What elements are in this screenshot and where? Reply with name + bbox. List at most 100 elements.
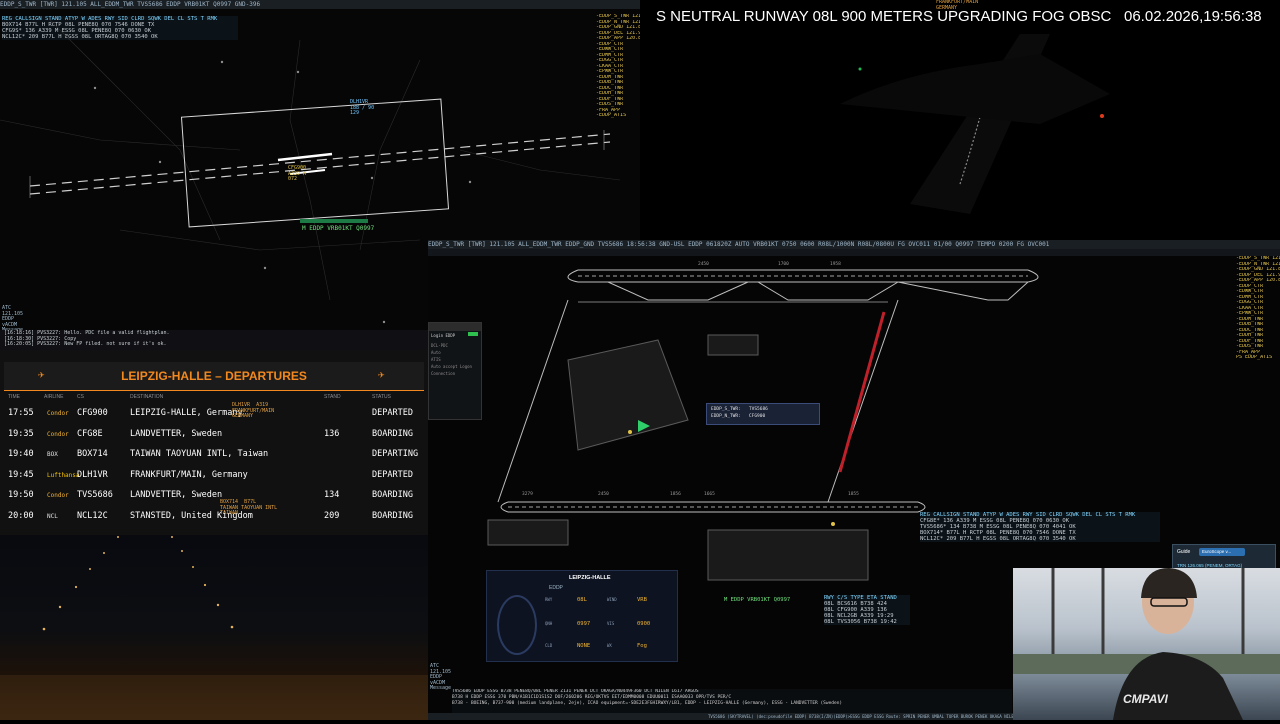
atis-title: LEIPZIG-HALLE: [569, 575, 611, 581]
row-status: BOARDING: [372, 490, 413, 501]
taxiway-label: 1665: [704, 492, 715, 497]
row-time: 19:40: [8, 449, 34, 460]
arrival-row[interactable]: 08L TVS3056 B738 19:42: [824, 619, 910, 625]
airline-logo: Condor: [47, 492, 69, 500]
taxiway-label: 1700: [778, 262, 789, 267]
departures-board: ✈ LEIPZIG-HALLE – DEPARTURES ✈ TIME AIRL…: [0, 350, 428, 535]
atis-label: RWY: [545, 597, 553, 602]
flightplan-lines: TVS5686 EDDP ESSG B738 PENE8Q/08L PENER …: [452, 689, 1012, 707]
row-callsign: TVS5686: [77, 490, 113, 501]
col-cs: CS: [77, 394, 84, 400]
airline-logo: NCL: [47, 513, 58, 520]
taxiway-label: 1958: [830, 262, 841, 267]
controller-list-ground[interactable]: -EDDP_S_TWR 121.105-EDDP_N_TWR 121.100-E…: [1236, 256, 1280, 361]
runway-camera-feed: [0, 535, 428, 720]
board-row: 19:40 BOX BOX714 TAIWAN TAOYUAN INTL, Taiwa…: [4, 445, 424, 465]
atis-label: WIND: [607, 597, 617, 602]
controller-list-top[interactable]: -EDDP_S_TWR 121.105-EDDP_N_TWR 121.100-E…: [596, 14, 640, 119]
atis-value: 0900: [637, 621, 651, 627]
cpdlc-panel[interactable]: Login EDDP DCL-PDC Auto ATIS Auto accept Lo…: [428, 322, 482, 420]
camera-overlay-label: FRANKFURT/MAIN GERMANY: [936, 0, 979, 11]
board-row: 19:35 Condor CFG8E LANDVETTER, Sweden 136 BOA…: [4, 425, 424, 445]
row-time: 19:50: [8, 490, 34, 501]
runway-lights: [0, 536, 428, 720]
chat-messages: [16:18:16] PVS3227: Hello. PDC file a va…: [0, 330, 428, 349]
taxiway-label: 1855: [848, 492, 859, 497]
cpdlc-item[interactable]: DCL-PDC: [431, 342, 479, 349]
row-callsign: DLH1VR: [77, 469, 108, 480]
row-destination: LANDVETTER, Sweden: [130, 490, 223, 501]
board-row: 17:55 Condor CFG900 LEIPZIG-HALLE, Germany D…: [4, 404, 424, 424]
cpdlc-item[interactable]: Auto: [431, 349, 479, 356]
flightplan-line: B738 - BOEING, B737-900 (medium landplan…: [452, 701, 843, 706]
taxiway-label: 2450: [598, 492, 609, 497]
row-stand: 134: [324, 490, 340, 501]
board-row: 19:45 Lufthansa DLH1VR FRANKFURT/MAIN, Germ…: [4, 466, 424, 486]
chat-line: [16:20:05] PVS3227: New FP filed. not su…: [4, 341, 167, 347]
row-time: 20:00: [8, 511, 34, 521]
row-time: 17:55: [8, 408, 34, 418]
board-overlay-b: BOX714 B77L TAIWAN TAOYUAN INTL TAIWAN: [220, 499, 278, 516]
row-status: DEPARTED: [372, 469, 413, 480]
controller-entry[interactable]: -EDDP_ATIS: [596, 113, 640, 119]
row-time: 19:35: [8, 428, 34, 439]
atis-label: WX: [607, 643, 612, 648]
strip-rows[interactable]: CFG8E* 136 A339 M ESSG 08L PENE8Q 070 06…: [920, 518, 1160, 542]
atc-info-line: Message: [430, 685, 452, 691]
airline-logo: Condor: [47, 430, 69, 438]
flightplan-panel[interactable]: TVS5686 EDDP ESSG B738 PENE8Q/08L PENER …: [452, 689, 1012, 713]
cpdlc-item[interactable]: Connection: [431, 370, 479, 377]
row-status: DEPARTED: [372, 408, 413, 418]
col-stand: STAND: [324, 394, 341, 400]
col-airline: AIRLINE: [44, 394, 64, 400]
aircraft-view: [840, 34, 1110, 214]
cpdlc-item[interactable]: Auto accept Logon: [431, 363, 479, 370]
airline-logo: BOX: [47, 451, 58, 459]
row-stand: 136: [324, 428, 340, 439]
board-overlay-a: DLH1VR A319 FRANKFURT/MAIN GERMANY: [232, 402, 275, 419]
strip-row[interactable]: NCL12C* 209 B77L H EGSS 08L ORTAG8Q 070 …: [920, 536, 1160, 542]
atis-value: 08L: [577, 597, 587, 603]
cpdlc-items[interactable]: DCL-PDC Auto ATIS Auto accept Logon Connecti…: [429, 340, 481, 379]
atc-info-ground: ATC 121.105 EDDP vACDM Message: [430, 663, 452, 692]
ctr-box: [180, 98, 450, 228]
aircraft-tag-cfg900[interactable]: CFG900 A339 M 072: [288, 165, 306, 183]
row-destination: TAIWAN TAOYUAN INTL, Taiwan: [130, 449, 269, 460]
guide-button[interactable]: EuroScope v...: [1199, 548, 1245, 556]
ticker-datetime: 06.02.2026,19:56:38: [1124, 8, 1262, 25]
metar-bar: [300, 219, 368, 223]
chat-panel: [16:18:16] PVS3227: Hello. PDC file a va…: [0, 330, 428, 350]
frequency-tooltip: EDDP_S_TWR: TVS5686 EDDP_N_TWR: CFG900: [706, 403, 820, 425]
row-callsign: CFG8E: [77, 428, 103, 439]
row-callsign: NCL12C: [77, 511, 108, 521]
atis-subtitle: EDDP: [549, 585, 563, 591]
row-status: BOARDING: [372, 511, 413, 521]
row-destination: LEIPZIG-HALLE, Germany: [130, 408, 243, 418]
atis-widget[interactable]: LEIPZIG-HALLE EDDP RWY 08L WIND VRB QNH 0997 V…: [486, 570, 678, 662]
connect-indicator[interactable]: [468, 332, 478, 336]
taxiway-label: 3279: [522, 492, 533, 497]
col-destination: DESTINATION: [130, 394, 164, 400]
cpdlc-item[interactable]: ATIS: [431, 356, 479, 363]
strip-table-ground: REG CALLSIGN STAND ATYP W ADES RWY SID C…: [920, 512, 1160, 542]
taxiway-label: 1856: [670, 492, 681, 497]
atis-value: Fog: [637, 643, 647, 649]
controller-entry[interactable]: PS EDDP_ATIS: [1236, 355, 1280, 361]
row-time: 19:45: [8, 469, 34, 480]
airline-logo: Condor: [47, 410, 69, 417]
runway-active-bar: [838, 311, 886, 473]
row-callsign: BOX714: [77, 449, 108, 460]
aircraft-tag-dlh1vr[interactable]: DLH1VR 188 / 90 129: [350, 99, 374, 117]
atis-label: QNH: [545, 621, 553, 626]
atis-label: CLD: [545, 643, 553, 648]
cpdlc-header: [429, 323, 481, 331]
webcam-feed: CMPAVI: [1013, 568, 1280, 720]
shirt-text: CMPAVI: [1123, 692, 1168, 706]
col-status: STATUS: [372, 394, 391, 400]
ticker-message: S NEUTRAL RUNWAY 08L 900 METERS UPGRADIN…: [656, 8, 1111, 25]
row-destination: LANDVETTER, Sweden: [130, 428, 223, 439]
taxiway-label: 2450: [698, 262, 709, 267]
board-row: 19:50 Condor TVS5686 LANDVETTER, Sweden 134 B…: [4, 486, 424, 506]
arrival-list: RWY C/S TYPE ETA STAND 08L BCS616 B738 4…: [824, 595, 910, 625]
arrival-rows[interactable]: 08L BCS616 B738 424 08L CFG900 A339 136 08…: [824, 601, 910, 625]
